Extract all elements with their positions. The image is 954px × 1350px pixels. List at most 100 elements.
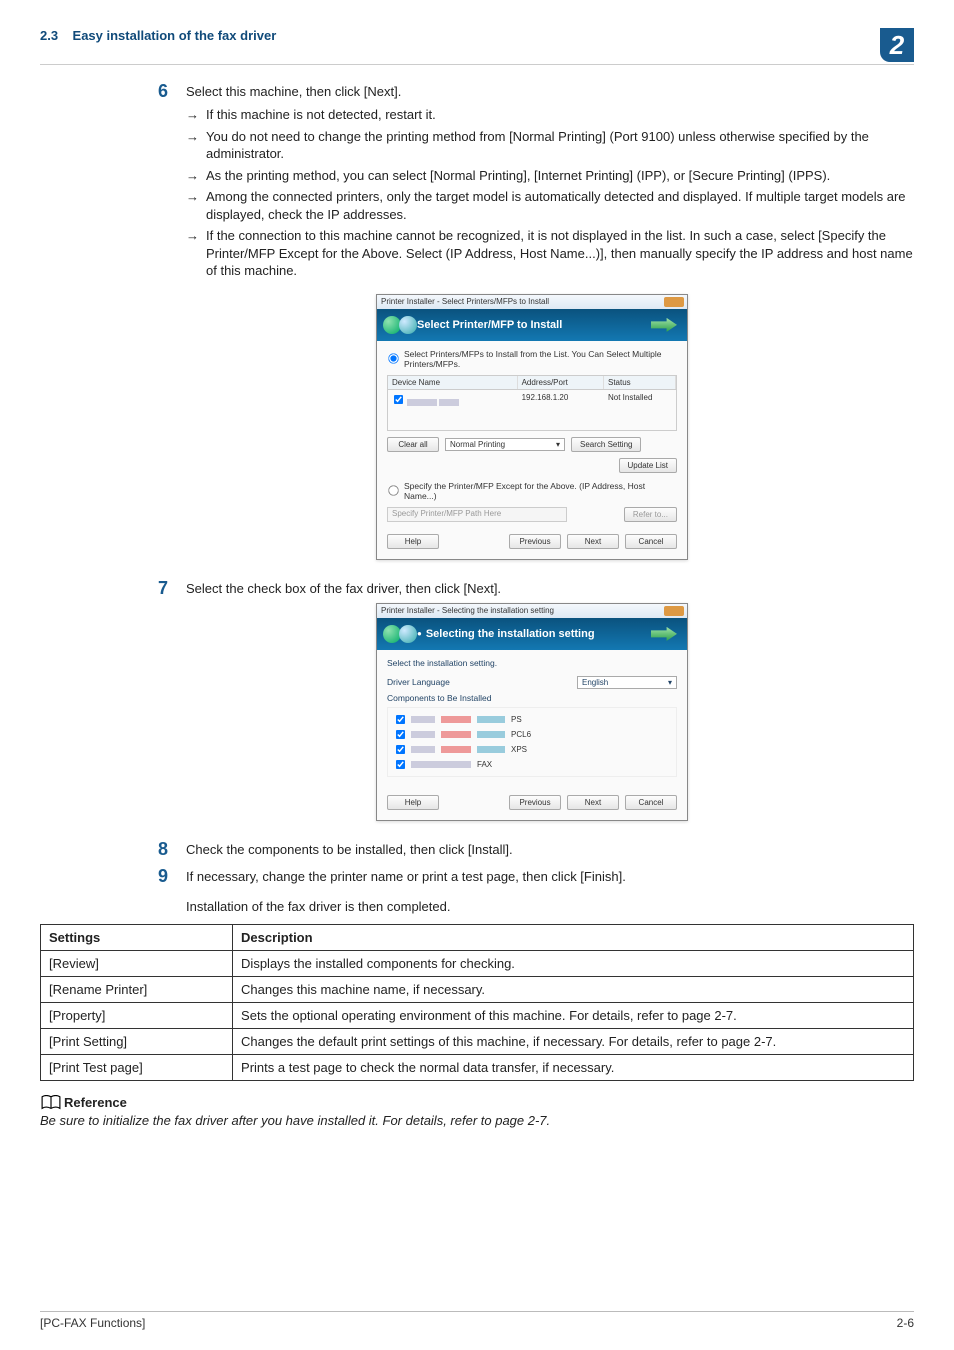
dialog-title: Printer Installer - Select Printers/MFPs…: [381, 297, 549, 306]
section-heading: 2.3 Easy installation of the fax driver: [40, 28, 276, 43]
section-title: Easy installation of the fax driver: [73, 28, 277, 43]
footer-right: 2-6: [897, 1316, 914, 1330]
radio-input[interactable]: [388, 486, 398, 496]
step-text: Check the components to be installed, th…: [186, 839, 914, 858]
component-item[interactable]: XPS: [394, 742, 670, 757]
globe-icon: [399, 316, 417, 334]
col-status: Status: [604, 376, 676, 389]
reference-heading: Reference: [40, 1095, 914, 1111]
setting-name: [Rename Printer]: [41, 976, 233, 1002]
step-text: Select the check box of the fax driver, …: [186, 578, 914, 597]
step-9-text: If necessary, change the printer name or…: [186, 869, 626, 884]
component-name: PS: [511, 715, 522, 724]
cancel-button[interactable]: Cancel: [625, 534, 677, 549]
components-list: PS PCL6 XPS FAX: [387, 707, 677, 777]
setting-desc: Changes the default print settings of th…: [233, 1028, 914, 1054]
subheading: Select the installation setting.: [387, 658, 677, 668]
previous-button[interactable]: Previous: [509, 795, 561, 810]
table-row: [Print Test page]Prints a test page to c…: [41, 1054, 914, 1080]
table-header-row: Device Name Address/Port Status: [388, 376, 676, 390]
radio-select-from-list[interactable]: Select Printers/MFPs to Install from the…: [387, 349, 677, 369]
bullet: As the printing method, you can select […: [186, 167, 914, 185]
setting-name: [Print Setting]: [41, 1028, 233, 1054]
table-header-row: Settings Description: [41, 924, 914, 950]
step-number: 9: [150, 866, 168, 914]
radio-label: Specify the Printer/MFP Except for the A…: [404, 481, 677, 501]
radio-input[interactable]: [388, 354, 398, 364]
step-9: 9 If necessary, change the printer name …: [150, 866, 914, 914]
dialog-body: Select Printers/MFPs to Install from the…: [377, 341, 687, 559]
table-row: [Review]Displays the installed component…: [41, 950, 914, 976]
component-name: XPS: [511, 745, 527, 754]
chapter-number-badge: 2: [880, 28, 914, 62]
dialog-installation-setting: Printer Installer - Selecting the instal…: [376, 603, 688, 821]
arrow-icon: [651, 627, 677, 641]
banner-text: Selecting the installation setting: [426, 628, 595, 640]
previous-button[interactable]: Previous: [509, 534, 561, 549]
table-row[interactable]: 192.168.1.20 Not Installed: [388, 390, 676, 411]
dialog-title: Printer Installer - Selecting the instal…: [381, 606, 554, 615]
row-status: Not Installed: [604, 392, 676, 409]
content-area: 6 Select this machine, then click [Next]…: [40, 81, 914, 914]
row-address: 192.168.1.20: [518, 392, 604, 409]
checkbox[interactable]: [396, 745, 405, 754]
dialog-select-printer: Printer Installer - Select Printers/MFPs…: [376, 294, 688, 560]
printing-method-select[interactable]: Normal Printing: [445, 438, 565, 451]
step-text: Select this machine, then click [Next].: [186, 81, 914, 100]
globe-icon: [399, 625, 417, 643]
dialog-titlebar: Printer Installer - Select Printers/MFPs…: [377, 295, 687, 309]
close-icon[interactable]: [664, 297, 684, 307]
col-description: Description: [233, 924, 914, 950]
setting-name: [Review]: [41, 950, 233, 976]
settings-table: Settings Description [Review]Displays th…: [40, 924, 914, 1081]
help-button[interactable]: Help: [387, 534, 439, 549]
dialog-footer-buttons: Help Previous Next Cancel: [387, 534, 677, 549]
setting-name: [Property]: [41, 1002, 233, 1028]
update-list-button[interactable]: Update List: [619, 458, 677, 473]
refer-to-button[interactable]: Refer to...: [624, 507, 677, 522]
arrow-icon: [651, 318, 677, 332]
page-header: 2.3 Easy installation of the fax driver …: [40, 28, 914, 65]
close-icon[interactable]: [664, 606, 684, 616]
col-device-name: Device Name: [388, 376, 518, 389]
col-address-port: Address/Port: [518, 376, 604, 389]
next-button[interactable]: Next: [567, 534, 619, 549]
step-7: 7 Select the check box of the fax driver…: [150, 578, 914, 597]
section-number: 2.3: [40, 28, 58, 43]
radio-specify-printer[interactable]: Specify the Printer/MFP Except for the A…: [387, 481, 677, 501]
search-setting-button[interactable]: Search Setting: [571, 437, 641, 452]
component-item[interactable]: FAX: [394, 757, 670, 772]
footer-left: [PC-FAX Functions]: [40, 1316, 145, 1330]
banner-text: Select Printer/MFP to Install: [417, 319, 562, 331]
checkbox[interactable]: [396, 760, 405, 769]
step-6: 6 Select this machine, then click [Next]…: [150, 81, 914, 100]
path-input[interactable]: Specify Printer/MFP Path Here: [387, 507, 567, 522]
printer-list-table: Device Name Address/Port Status 192.168.…: [387, 375, 677, 431]
checkbox[interactable]: [396, 730, 405, 739]
row-checkbox[interactable]: [394, 395, 403, 404]
reference-text: Be sure to initialize the fax driver aft…: [40, 1113, 914, 1128]
driver-language-select[interactable]: English: [577, 676, 677, 689]
dialog-banner: Select Printer/MFP to Install: [377, 309, 687, 341]
step-6-bullets: If this machine is not detected, restart…: [186, 106, 914, 280]
help-button[interactable]: Help: [387, 795, 439, 810]
bullet: Among the connected printers, only the t…: [186, 188, 914, 223]
page-footer: [PC-FAX Functions] 2-6: [40, 1311, 914, 1330]
step-number: 7: [150, 578, 168, 597]
dialog-titlebar: Printer Installer - Selecting the instal…: [377, 604, 687, 618]
checkbox[interactable]: [396, 715, 405, 724]
reference-label: Reference: [64, 1095, 127, 1110]
component-item[interactable]: PS: [394, 712, 670, 727]
next-button[interactable]: Next: [567, 795, 619, 810]
component-item[interactable]: PCL6: [394, 727, 670, 742]
setting-desc: Displays the installed components for ch…: [233, 950, 914, 976]
bullet: You do not need to change the printing m…: [186, 128, 914, 163]
driver-language-label: Driver Language: [387, 677, 450, 687]
book-icon: [40, 1095, 62, 1111]
cancel-button[interactable]: Cancel: [625, 795, 677, 810]
clear-all-button[interactable]: Clear all: [387, 437, 439, 452]
step-8: 8 Check the components to be installed, …: [150, 839, 914, 858]
step-text: If necessary, change the printer name or…: [186, 866, 914, 914]
setting-name: [Print Test page]: [41, 1054, 233, 1080]
bullet: If the connection to this machine cannot…: [186, 227, 914, 280]
